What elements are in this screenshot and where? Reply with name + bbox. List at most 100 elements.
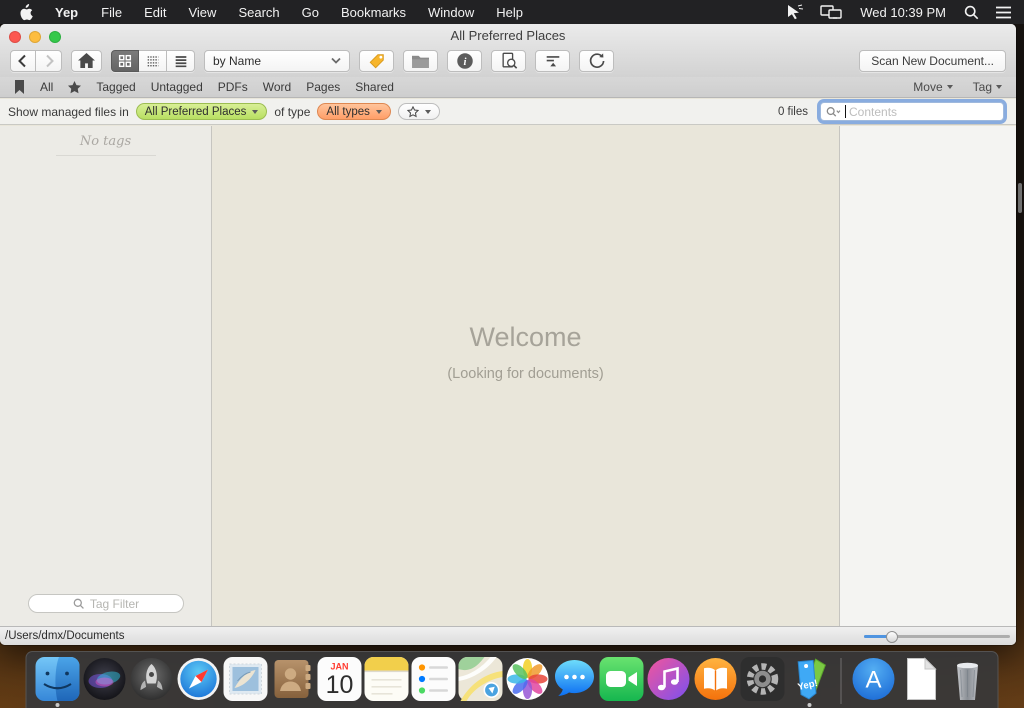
filter-tab-word[interactable]: Word (263, 80, 291, 94)
compact-list-view-button[interactable] (139, 50, 167, 72)
dock: JAN10 Yep! A (26, 651, 999, 708)
document-icon (898, 657, 942, 701)
tag-button[interactable] (359, 50, 394, 72)
types-filter-pill[interactable]: All types (317, 103, 390, 120)
dock-item-document[interactable] (898, 657, 943, 704)
dock-item-ibooks[interactable] (693, 657, 738, 704)
facetime-icon (599, 657, 643, 701)
tags-sidebar: No tags Tag Filter (0, 126, 212, 626)
menu-bar-clock[interactable]: Wed 10:39 PM (858, 5, 948, 20)
forward-button[interactable] (36, 50, 62, 72)
dock-item-mail[interactable] (223, 657, 268, 704)
filter-tab-pdfs[interactable]: PDFs (218, 80, 248, 94)
messages-icon (552, 657, 596, 701)
menu-item-help[interactable]: Help (485, 5, 534, 20)
maps-icon (458, 657, 502, 701)
dock-item-itunes[interactable] (646, 657, 691, 704)
file-count: 0 files (778, 106, 808, 118)
list-view-icon (173, 53, 189, 69)
dock-item-safari[interactable] (176, 657, 221, 704)
spotlight-icon[interactable] (964, 5, 979, 20)
svg-text:A: A (865, 667, 881, 694)
ibooks-icon (693, 657, 737, 701)
tag-filter-placeholder: Tag Filter (90, 597, 139, 611)
preview-button[interactable] (491, 50, 526, 72)
search-icon (826, 106, 841, 118)
filter-tab-pages[interactable]: Pages (306, 80, 340, 94)
displays-icon[interactable] (820, 5, 842, 20)
svg-text:i: i (463, 56, 466, 68)
back-button[interactable] (10, 50, 36, 72)
tag-dropdown[interactable]: Tag (973, 80, 1002, 94)
info-icon: i (456, 52, 474, 70)
chevron-down-icon (252, 110, 258, 114)
dock-item-reminders[interactable] (411, 657, 456, 704)
sort-dropdown[interactable]: by Name (204, 50, 350, 72)
menu-item-view[interactable]: View (177, 5, 227, 20)
filter-tab-shared[interactable]: Shared (355, 80, 394, 94)
dock-item-messages[interactable] (552, 657, 597, 704)
zoom-slider[interactable] (864, 632, 1010, 641)
chevron-down-icon (947, 85, 953, 89)
menu-item-search[interactable]: Search (227, 5, 290, 20)
dock-item-finder[interactable] (35, 657, 80, 704)
info-button[interactable]: i (447, 50, 482, 72)
grid-view-icon (117, 53, 133, 69)
yep-window: All Preferred Places (0, 24, 1016, 645)
dock-item-maps[interactable] (458, 657, 503, 704)
refresh-button[interactable] (579, 50, 614, 72)
preview-icon (500, 52, 518, 70)
dock-item-trash[interactable] (945, 657, 990, 704)
content-area: No tags Tag Filter Welcome (Looking for … (0, 126, 1016, 626)
dock-item-app-store[interactable]: A (851, 657, 896, 704)
home-icon (77, 52, 96, 69)
svg-text:10: 10 (325, 671, 353, 699)
chevron-down-icon (996, 85, 1002, 89)
scan-new-document-button[interactable]: Scan New Document... (859, 50, 1006, 72)
menu-item-app[interactable]: Yep (43, 5, 90, 20)
bookmark-icon[interactable] (14, 80, 25, 94)
yep-icon: Yep! (787, 657, 831, 701)
dock-item-contacts[interactable] (270, 657, 315, 704)
notification-center-icon[interactable] (995, 6, 1012, 19)
contents-search-field[interactable]: Contents (820, 102, 1004, 121)
places-filter-pill[interactable]: All Preferred Places (136, 103, 268, 120)
contacts-icon (270, 657, 314, 701)
dock-item-yep[interactable]: Yep! (787, 657, 832, 704)
list-view-button[interactable] (167, 50, 195, 72)
menu-item-file[interactable]: File (90, 5, 133, 20)
dock-item-system-preferences[interactable] (740, 657, 785, 704)
dock-item-launchpad[interactable] (129, 657, 174, 704)
dock-item-siri[interactable] (82, 657, 127, 704)
home-button[interactable] (71, 50, 102, 72)
filter-tab-untagged[interactable]: Untagged (151, 80, 203, 94)
move-dropdown[interactable]: Move (913, 80, 952, 94)
menu-item-bookmarks[interactable]: Bookmarks (330, 5, 417, 20)
menu-item-go[interactable]: Go (291, 5, 330, 20)
grid-view-button[interactable] (111, 50, 139, 72)
filter-tab-tagged[interactable]: Tagged (96, 80, 135, 94)
dock-item-photos[interactable] (505, 657, 550, 704)
scrollbar-thumb[interactable] (1018, 183, 1022, 213)
dock-item-facetime[interactable] (599, 657, 644, 704)
filter-tab-all[interactable]: All (40, 80, 53, 94)
welcome-title: Welcome (469, 322, 581, 353)
pointer-tool-icon[interactable] (786, 4, 804, 20)
menu-bar: Yep FileEditViewSearchGoBookmarksWindowH… (0, 0, 1024, 24)
menu-item-window[interactable]: Window (417, 5, 485, 20)
dock-item-calendar[interactable]: JAN10 (317, 657, 362, 704)
slider-thumb[interactable] (886, 631, 898, 643)
folder-button[interactable] (403, 50, 438, 72)
apple-menu[interactable] (12, 4, 43, 21)
folder-icon (411, 53, 430, 69)
star-icon[interactable] (68, 81, 81, 94)
sort-order-button[interactable] (535, 50, 570, 72)
menu-item-edit[interactable]: Edit (133, 5, 177, 20)
refresh-icon (588, 52, 606, 70)
sort-icon (544, 52, 562, 70)
dock-item-notes[interactable] (364, 657, 409, 704)
safari-icon (176, 657, 220, 701)
tag-filter-field[interactable]: Tag Filter (28, 594, 184, 613)
starred-filter-pill[interactable] (398, 103, 440, 120)
compact-list-icon (145, 53, 161, 69)
